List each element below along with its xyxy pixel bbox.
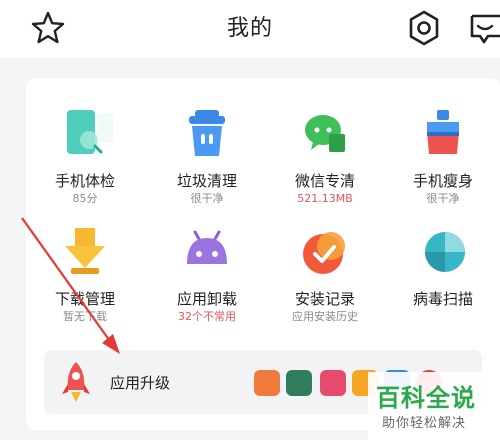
tool-install-record[interactable]: 安装记录 应用安装历史 [266,224,384,324]
watermark-main: 百科全说 [376,384,476,412]
slim-icon [415,106,471,162]
tiktok-app-icon [320,370,346,396]
tool-virus-scan[interactable]: 病毒扫描 [384,224,500,310]
tool-label: 安装记录 [294,290,355,308]
top-bar: 我的 [0,0,500,58]
phone-check-icon [57,106,117,162]
tool-label: 病毒扫描 [412,290,473,308]
tool-label: 手机瘦身 [412,172,473,190]
tool-label: 下载管理 [54,290,115,308]
tool-sublabel: 暂无下载 [63,310,107,323]
trash-icon [179,106,235,162]
tool-wechat-clean[interactable]: 微信专清 521.13MB [266,106,384,206]
watermark: 百科全说 助你轻松解决 [368,372,500,440]
tool-junk-clean[interactable]: 垃圾清理 很干净 [148,106,266,206]
rocket-icon [60,360,92,404]
tool-download-manager[interactable]: 下载管理 暂无下载 [26,224,144,324]
app-upgrade-label: 应用升级 [110,374,171,392]
settings-gear-icon[interactable] [404,8,444,48]
tool-sublabel: 85分 [72,192,98,205]
virus-scan-icon [415,224,471,280]
tool-sublabel: 应用安装历史 [292,310,358,323]
tool-phone-check[interactable]: 手机体检 85分 [26,106,144,206]
tool-app-uninstall[interactable]: 应用卸载 32个不常用 [148,224,266,324]
tool-label: 手机体检 [54,172,115,190]
android-uninstall-icon [179,224,235,280]
message-icon[interactable] [466,8,500,48]
tool-sublabel: 521.13MB [297,192,353,205]
watermark-sub: 助你轻松解决 [382,416,467,431]
wechat-clean-icon [297,106,353,162]
tool-label: 应用卸载 [176,290,237,308]
download-icon [57,224,113,280]
tool-sublabel: 32个不常用 [178,310,236,323]
install-record-icon [297,224,353,280]
tool-phone-slim[interactable]: 手机瘦身 很干净 [384,106,500,206]
android-app-icon [286,370,312,396]
app-store-icon [254,370,280,396]
tool-label: 微信专清 [294,172,355,190]
tool-label: 垃圾清理 [176,172,237,190]
tool-sublabel: 很干净 [190,192,224,205]
tool-sublabel: 很干净 [426,192,460,205]
